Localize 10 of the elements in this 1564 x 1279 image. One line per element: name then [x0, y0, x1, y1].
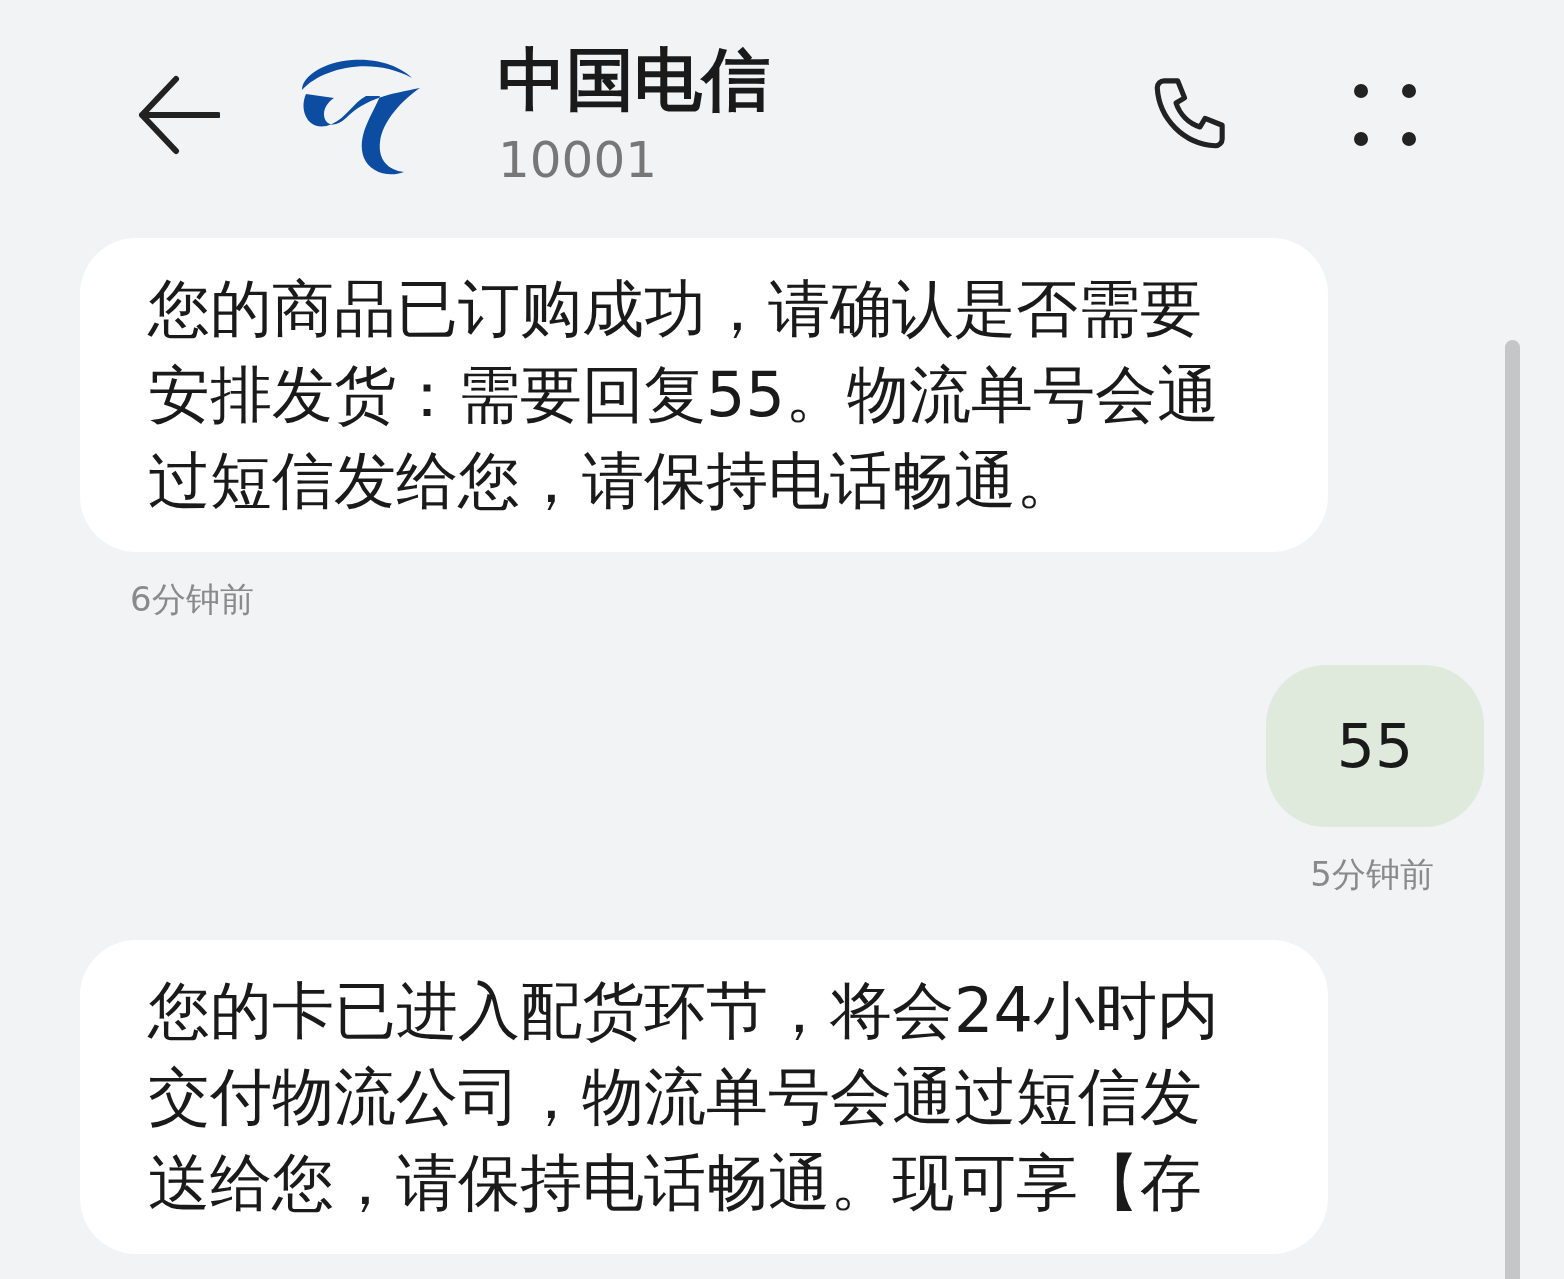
scrollbar[interactable] [1505, 340, 1520, 1279]
contact-number: 10001 [498, 130, 659, 191]
message-text: 您的卡已进入配货环节，将会24小时内交付物流公司，物流单号会通过短信发送给您，请保持电话畅通。现可享【存 [148, 973, 1220, 1221]
contact-name: 中国电信 [498, 39, 770, 121]
message-text: 55 [1336, 710, 1414, 783]
message-time: 6分钟前 [130, 578, 254, 621]
message-text: 您的商品已订购成功，请确认是否需要安排发货：需要回复55。物流单号会通过短信发给您，请保持电话畅通。 [148, 271, 1220, 519]
back-arrow-icon[interactable] [138, 75, 220, 155]
more-icon[interactable] [1354, 84, 1416, 146]
message-time: 5分钟前 [1310, 853, 1434, 896]
